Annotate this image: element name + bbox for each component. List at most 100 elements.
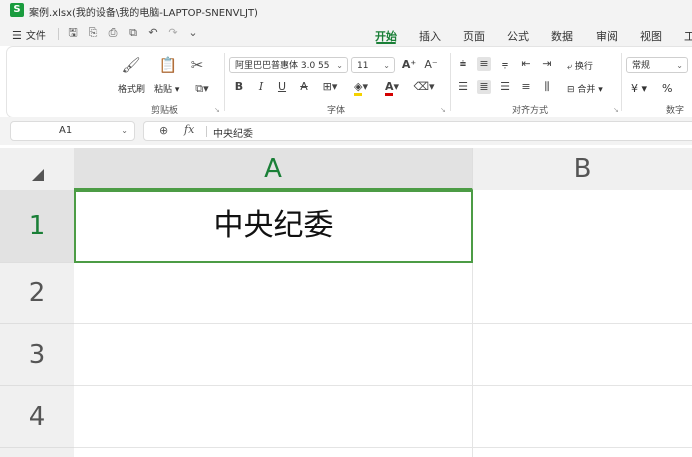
align-bottom-icon[interactable]: ⩦: [498, 57, 512, 71]
paste-label: 粘贴: [154, 85, 173, 95]
row-header-5[interactable]: [0, 448, 74, 457]
alignment-group-label: 对齐方式: [512, 106, 549, 116]
number-format-value: 常规: [632, 61, 651, 71]
underline-button[interactable]: U: [275, 80, 289, 94]
formula-bar: A1 ⌄ ⊕ fx 中央纪委: [0, 117, 692, 145]
print-icon[interactable]: ⎙: [106, 26, 120, 40]
align-center-icon[interactable]: ≣: [477, 80, 491, 94]
formula-input[interactable]: ⊕ fx 中央纪委: [143, 121, 692, 141]
tab-page[interactable]: 页面: [463, 28, 485, 44]
toolbar-divider: [58, 28, 59, 40]
align-left-icon[interactable]: ☰: [456, 80, 470, 94]
font-launcher-icon[interactable]: ↘: [440, 106, 446, 114]
wrap-text-label: 换行: [574, 62, 593, 72]
column-header-b[interactable]: B: [473, 148, 692, 190]
file-menu-label: 文件: [25, 31, 46, 42]
row-header-3[interactable]: 3: [0, 324, 74, 386]
bold-button[interactable]: B: [232, 80, 246, 94]
spreadsheet-grid: A B 1 2 3 4 中央纪委: [0, 145, 692, 457]
strikethrough-button[interactable]: A: [297, 80, 311, 94]
distributed-align-icon[interactable]: ⫼: [540, 80, 554, 94]
font-color-button[interactable]: A▾: [381, 80, 403, 96]
gridline: [74, 323, 692, 324]
gridline: [74, 385, 692, 386]
percent-format-button[interactable]: %: [662, 82, 672, 95]
font-color-icon: A: [384, 80, 394, 96]
justify-icon[interactable]: ≡: [519, 80, 533, 94]
column-header-a[interactable]: A: [74, 148, 473, 190]
chevron-down-icon: ⌄: [383, 61, 390, 70]
currency-format-button[interactable]: ¥ ▾: [631, 82, 647, 95]
format-painter-icon[interactable]: 🖌: [121, 55, 141, 75]
clipboard-group-label: 剪贴板: [151, 106, 179, 116]
redo-icon[interactable]: ↷: [166, 26, 180, 40]
italic-button[interactable]: I: [254, 80, 268, 94]
font-size-value: 11: [357, 61, 369, 71]
formula-divider: [206, 126, 207, 137]
select-all-corner[interactable]: [0, 148, 74, 190]
export-icon[interactable]: ⎘: [86, 26, 100, 40]
font-family-select[interactable]: 阿里巴巴普惠体 3.0 55 ⌄: [229, 57, 348, 73]
tab-tools[interactable]: 工: [684, 28, 692, 44]
alignment-launcher-icon[interactable]: ↘: [613, 106, 619, 114]
title-bar: S 案例.xlsx(我的设备\我的电脑-LAPTOP-SNENVLJT): [0, 0, 692, 22]
tab-view[interactable]: 视图: [640, 28, 662, 44]
save-icon[interactable]: 🖫: [66, 26, 80, 40]
paste-button[interactable]: 粘贴 ▾: [154, 82, 179, 95]
align-middle-icon[interactable]: ≡: [477, 57, 491, 71]
file-menu-button[interactable]: ☰ 文件: [12, 27, 46, 42]
group-divider: [450, 53, 451, 111]
undo-icon[interactable]: ↶: [146, 26, 160, 40]
chevron-down-icon: ⌄: [121, 126, 128, 135]
increase-font-size-icon[interactable]: A⁺: [401, 58, 417, 72]
tab-insert[interactable]: 插入: [419, 28, 441, 44]
decrease-indent-icon[interactable]: ⇤: [519, 57, 533, 71]
align-top-icon[interactable]: ⩧: [456, 57, 470, 71]
window-title: 案例.xlsx(我的设备\我的电脑-LAPTOP-SNENVLJT): [29, 8, 258, 19]
menu-bar: ☰ 文件 🖫 ⎘ ⎙ ⧉ ↶ ↷ ⌄ 开始 插入 页面 公式 数据 审阅 视图 工: [0, 22, 692, 46]
increase-indent-icon[interactable]: ⇥: [540, 57, 554, 71]
group-divider: [621, 53, 622, 111]
tab-data[interactable]: 数据: [551, 28, 573, 44]
print-preview-icon[interactable]: ⧉: [126, 26, 140, 40]
cell-a1[interactable]: 中央纪委: [74, 190, 473, 263]
ribbon: 🖌 格式刷 📋 粘贴 ▾ ✂ ⧉▾ 剪贴板 ↘ 阿里巴巴普惠体 3.0 55 ⌄…: [7, 47, 692, 129]
decrease-font-size-icon[interactable]: A⁻: [423, 58, 439, 72]
wps-logo-icon: S: [10, 3, 24, 17]
chevron-down-icon: ⌄: [676, 61, 683, 70]
name-box[interactable]: A1 ⌄: [10, 121, 135, 141]
clipboard-launcher-icon[interactable]: ↘: [214, 106, 220, 114]
clear-format-icon[interactable]: ⌫▾: [412, 80, 436, 94]
active-tab-indicator: [376, 42, 396, 44]
currency-label: ¥: [631, 82, 638, 95]
zoom-icon[interactable]: ⊕: [159, 124, 168, 137]
merge-cells-label: 合并: [577, 85, 596, 95]
align-right-icon[interactable]: ☰: [498, 80, 512, 94]
fill-color-button[interactable]: ◈▾: [349, 80, 373, 96]
cut-icon[interactable]: ✂: [187, 55, 207, 75]
copy-icon[interactable]: ⧉▾: [191, 82, 213, 96]
font-group-label: 字体: [327, 106, 346, 116]
paste-icon[interactable]: 📋: [158, 55, 178, 75]
tab-review[interactable]: 审阅: [596, 28, 618, 44]
fill-bucket-icon: ◈: [354, 80, 363, 96]
tab-formula[interactable]: 公式: [507, 28, 529, 44]
name-box-value: A1: [59, 125, 73, 136]
row-header-2[interactable]: 2: [0, 263, 74, 324]
borders-icon[interactable]: ⊞▾: [319, 80, 341, 94]
wrap-text-button[interactable]: ⤶ 换行: [567, 59, 593, 72]
row-header-4[interactable]: 4: [0, 386, 74, 448]
formula-value: 中央纪委: [213, 129, 253, 140]
number-format-select[interactable]: 常规 ⌄: [626, 57, 688, 73]
gridline: [74, 447, 692, 448]
more-icon[interactable]: ⌄: [186, 26, 200, 40]
insert-function-button[interactable]: fx: [184, 123, 194, 136]
font-family-value: 阿里巴巴普惠体 3.0 55: [235, 61, 330, 71]
font-size-select[interactable]: 11 ⌄: [351, 57, 395, 73]
merge-cells-button[interactable]: ⊟ 合并 ▾: [567, 82, 603, 95]
row-header-1[interactable]: 1: [0, 190, 74, 263]
hamburger-icon: ☰: [12, 29, 22, 42]
format-painter-button[interactable]: 格式刷: [118, 82, 145, 95]
select-all-icon: [32, 169, 44, 181]
group-divider: [224, 53, 225, 111]
